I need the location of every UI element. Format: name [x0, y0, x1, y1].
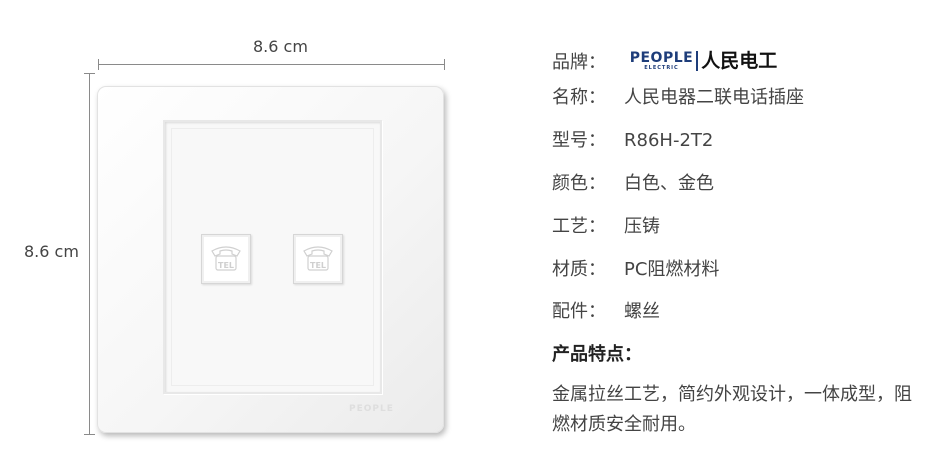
spec-key: 型号：	[552, 130, 606, 151]
height-dimension-line	[84, 73, 95, 435]
spec-key: 配件：	[552, 301, 606, 322]
telephone-icon: TEL	[211, 246, 241, 271]
spec-row-brand: 品牌： PEOPLE ELECTRIC 人民电工	[552, 48, 777, 78]
port-label: TEL	[218, 261, 234, 270]
spec-row-accessories: 配件： 螺丝	[552, 297, 660, 327]
spec-key: 颜色：	[552, 173, 606, 194]
spec-value: PC阻燃材料	[624, 259, 720, 280]
spec-row-name: 名称： 人民电器二联电话插座	[552, 83, 804, 113]
telephone-socket-panel: TEL TEL PEOPLE	[97, 86, 444, 433]
width-dimension-label: 8.6 cm	[249, 37, 312, 56]
spec-row-color: 颜色： 白色、金色	[552, 169, 714, 199]
spec-value: 螺丝	[624, 301, 660, 322]
brand-logo-cn: 人民电工	[701, 50, 778, 72]
panel-inner-frame	[163, 120, 382, 394]
width-dimension-line	[98, 59, 445, 70]
brand-logo-en: PEOPLE	[629, 50, 694, 66]
spec-value: 白色、金色	[624, 173, 714, 194]
features-text: 金属拉丝工艺，简约外观设计，一体成型，阻燃材质安全耐用。	[552, 384, 912, 435]
spec-row-process: 工艺： 压铸	[552, 212, 660, 242]
height-dimension-label: 8.6 cm	[24, 240, 79, 263]
brand-logo: PEOPLE ELECTRIC 人民电工	[630, 46, 778, 76]
spec-value: R86H-2T2	[624, 130, 714, 151]
telephone-port-right: TEL	[293, 234, 343, 284]
spec-key: 品牌：	[552, 52, 606, 73]
spec-value: 压铸	[624, 216, 660, 237]
spec-row-model: 型号： R86H-2T2	[552, 126, 713, 156]
spec-key: 材质：	[552, 259, 606, 280]
port-label: TEL	[310, 261, 326, 270]
spec-row-material: 材质： PC阻燃材料	[552, 255, 719, 285]
features-title: 产品特点：	[552, 344, 642, 365]
panel-brand-watermark: PEOPLE	[349, 404, 394, 414]
telephone-port-left: TEL	[201, 234, 251, 284]
spec-value: 人民电器二联电话插座	[624, 87, 804, 108]
spec-key: 工艺：	[552, 216, 606, 237]
spec-key: 名称：	[552, 87, 606, 108]
telephone-icon: TEL	[303, 246, 333, 271]
